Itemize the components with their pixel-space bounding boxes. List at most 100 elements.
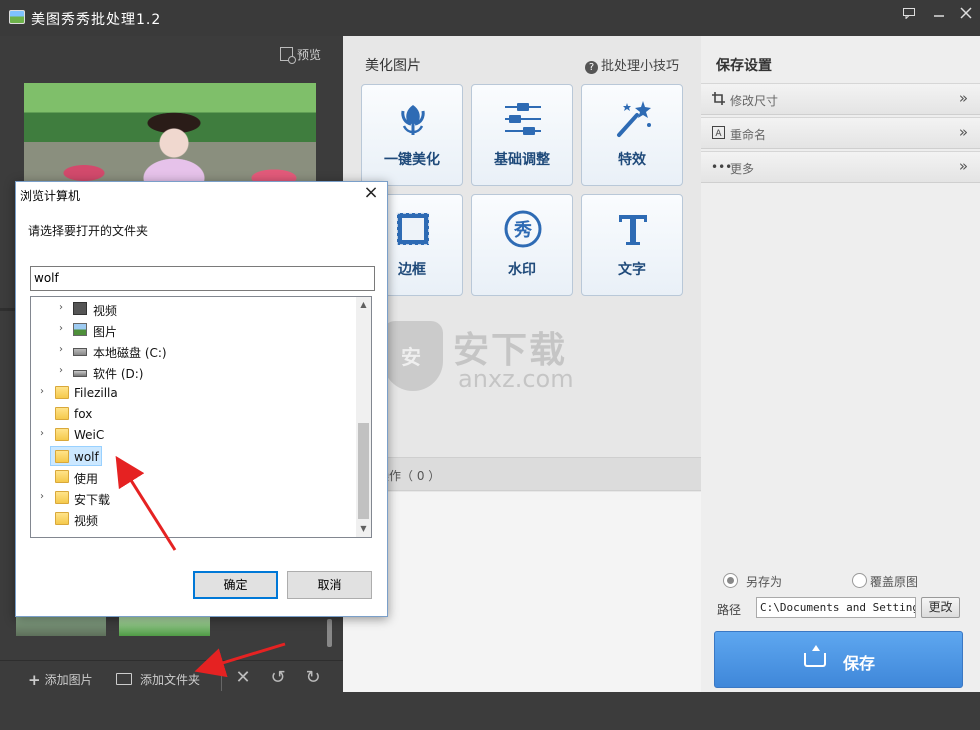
delete-icon[interactable]: ✕ (232, 667, 254, 688)
close-icon[interactable] (952, 4, 980, 26)
preview-label: 预览 (297, 48, 322, 62)
tree-item-label: 软件 (D:) (93, 367, 144, 381)
drive-c-icon (73, 348, 87, 356)
folder-name-input[interactable]: wolf (30, 266, 375, 291)
text-button[interactable]: 文字 (581, 194, 683, 296)
cancel-button[interactable]: 取消 (287, 571, 372, 599)
row-label: 修改尺寸 (730, 94, 779, 108)
path-label: 路径 (717, 603, 742, 617)
add-folder-button[interactable]: 添加文件夹 (116, 671, 200, 688)
rotate-right-icon[interactable]: ↻ (302, 667, 324, 688)
tile-label: 特效 (618, 152, 646, 168)
image-thumbnail[interactable] (16, 616, 106, 636)
resize-row[interactable]: 修改尺寸 » (701, 83, 980, 115)
scroll-up-icon[interactable]: ▲ (356, 297, 371, 313)
more-row[interactable]: ••• 更多 » (701, 151, 980, 183)
overwrite-radio[interactable] (852, 573, 867, 588)
save-as-radio[interactable] (723, 573, 738, 588)
expand-icon[interactable]: › (37, 491, 47, 502)
watermark-icon: 秀 (504, 210, 542, 248)
operations-bar: 操作（ 0 ） (343, 457, 701, 491)
image-thumbnail[interactable] (24, 83, 316, 181)
tile-label: 基础调整 (494, 152, 550, 168)
tree-scrollbar[interactable]: ▲ ▼ (356, 296, 372, 538)
preview-link[interactable]: 预览 (280, 46, 322, 64)
one-click-beautify-button[interactable]: 一键美化 (361, 84, 463, 186)
tree-item-label: 图片 (93, 325, 118, 339)
tree-item-selected[interactable]: wolf (50, 446, 102, 466)
effects-button[interactable]: 特效 (581, 84, 683, 186)
tree-item[interactable]: › 软件 (D:) (31, 362, 356, 382)
scroll-down-icon[interactable]: ▼ (356, 521, 371, 537)
save-label: 保存 (843, 654, 876, 673)
expand-icon[interactable]: › (56, 302, 66, 313)
plus-icon: + (28, 671, 41, 689)
tree-item[interactable]: › 安下载 (31, 488, 356, 508)
feedback-icon[interactable] (895, 4, 923, 26)
shield-icon (383, 321, 443, 391)
tree-item[interactable]: › Filezilla (31, 383, 356, 403)
add-image-button[interactable]: + 添加图片 (28, 671, 93, 689)
crop-icon (711, 92, 725, 106)
site-watermark: 安下载 anxz.com (383, 321, 603, 401)
rename-icon: A (711, 126, 725, 140)
beautify-panel: 美化图片 ? 批处理小技巧 一键美化 基础调整 特效 边框 秀 水印 文字 安 … (343, 36, 701, 692)
expand-icon[interactable]: › (56, 323, 66, 334)
tree-item[interactable]: › WeiC (31, 425, 356, 445)
tree-item[interactable]: › 视频 (31, 299, 356, 319)
watermark-button[interactable]: 秀 水印 (471, 194, 573, 296)
change-path-button[interactable]: 更改 (921, 597, 960, 618)
path-field[interactable]: C:\Documents and Settings' (756, 597, 916, 618)
video-icon (73, 302, 87, 315)
section-title: 美化图片 (365, 58, 421, 74)
window-title: 美图秀秀批处理1.2 (31, 12, 162, 28)
dialog-close-icon[interactable]: × (361, 182, 381, 203)
folder-icon (55, 450, 69, 463)
expand-icon[interactable]: › (37, 386, 47, 397)
tree-item-label: 本地磁盘 (C:) (93, 346, 167, 360)
save-button[interactable]: 保存 (714, 631, 963, 688)
ok-button[interactable]: 确定 (193, 571, 278, 599)
tree-item[interactable]: › 本地磁盘 (C:) (31, 341, 356, 361)
help-icon: ? (585, 61, 598, 74)
text-icon (619, 215, 647, 245)
tile-label: 一键美化 (384, 152, 440, 168)
rename-row[interactable]: A 重命名 » (701, 117, 980, 149)
row-label: 重命名 (730, 128, 767, 142)
rotate-left-icon[interactable]: ↺ (267, 667, 289, 688)
save-icon (804, 645, 826, 667)
drive-d-icon (73, 370, 87, 377)
tree-item[interactable]: fox (31, 404, 356, 424)
browse-folder-dialog: 浏览计算机 × 请选择要打开的文件夹 wolf › 视频 › 图片 › 本地磁盘… (15, 181, 388, 617)
minimize-icon[interactable] (925, 4, 953, 26)
expand-icon[interactable]: › (37, 428, 47, 439)
basic-adjust-button[interactable]: 基础调整 (471, 84, 573, 186)
save-as-label: 另存为 (746, 575, 783, 589)
save-settings-panel: 保存设置 修改尺寸 » A 重命名 » ••• 更多 » 另存为 覆盖原图 路径… (701, 36, 980, 692)
tulip-icon (401, 105, 425, 135)
tree-item-label: 视频 (74, 514, 99, 528)
frame-icon (396, 212, 430, 246)
list-scrollbar[interactable] (327, 619, 332, 647)
tree-item-label: fox (74, 407, 93, 421)
tips-link[interactable]: ? 批处理小技巧 (585, 55, 679, 74)
folder-icon (55, 407, 69, 420)
app-icon (9, 10, 25, 24)
image-thumbnail[interactable] (119, 616, 210, 636)
tree-item[interactable]: 视频 (31, 509, 356, 529)
expand-icon[interactable]: › (56, 365, 66, 376)
more-icon: ••• (711, 160, 733, 174)
row-label: 更多 (730, 162, 755, 176)
folder-tree: › 视频 › 图片 › 本地磁盘 (C:) › 软件 (D:) › Filezi… (30, 296, 371, 538)
scroll-thumb[interactable] (358, 423, 369, 519)
watermark-subtext: anxz.com (458, 365, 574, 393)
tree-item[interactable]: 使用 (31, 467, 356, 487)
bottom-bar (0, 692, 980, 730)
title-bar: 美图秀秀批处理1.2 (0, 0, 980, 36)
sliders-icon (505, 103, 541, 135)
tree-item[interactable]: › 图片 (31, 320, 356, 340)
folder-icon (116, 673, 132, 685)
expand-icon[interactable]: › (56, 344, 66, 355)
tree-item-label: wolf (74, 450, 99, 464)
double-chevron-right-icon: » (958, 123, 968, 141)
